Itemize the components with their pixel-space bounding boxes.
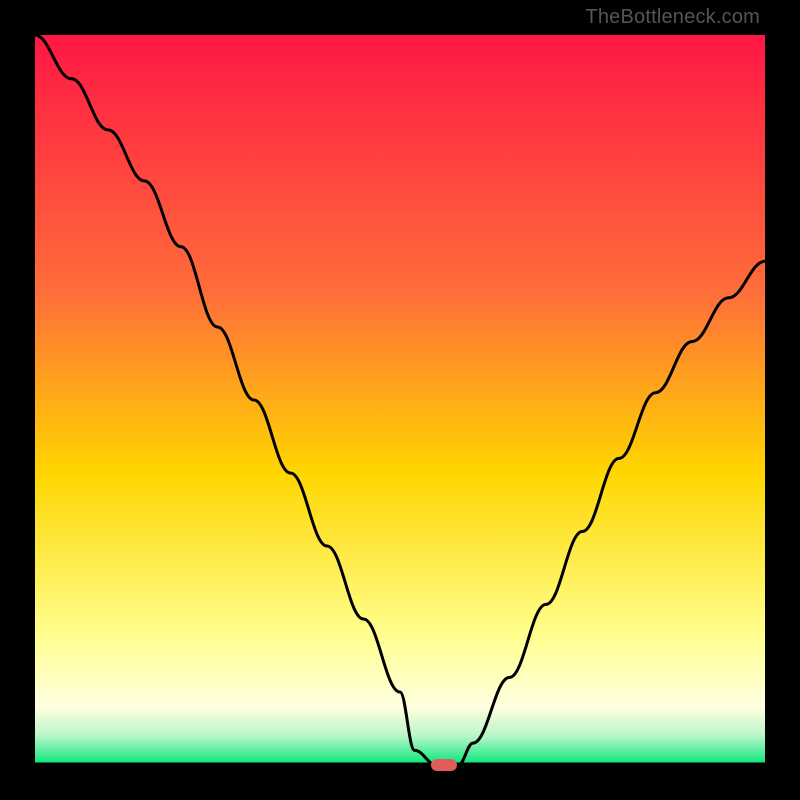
watermark-text: TheBottleneck.com xyxy=(585,6,760,29)
minimum-marker xyxy=(431,759,457,771)
heat-background xyxy=(35,35,765,765)
chart-svg xyxy=(35,35,765,765)
chart-area xyxy=(35,35,765,765)
